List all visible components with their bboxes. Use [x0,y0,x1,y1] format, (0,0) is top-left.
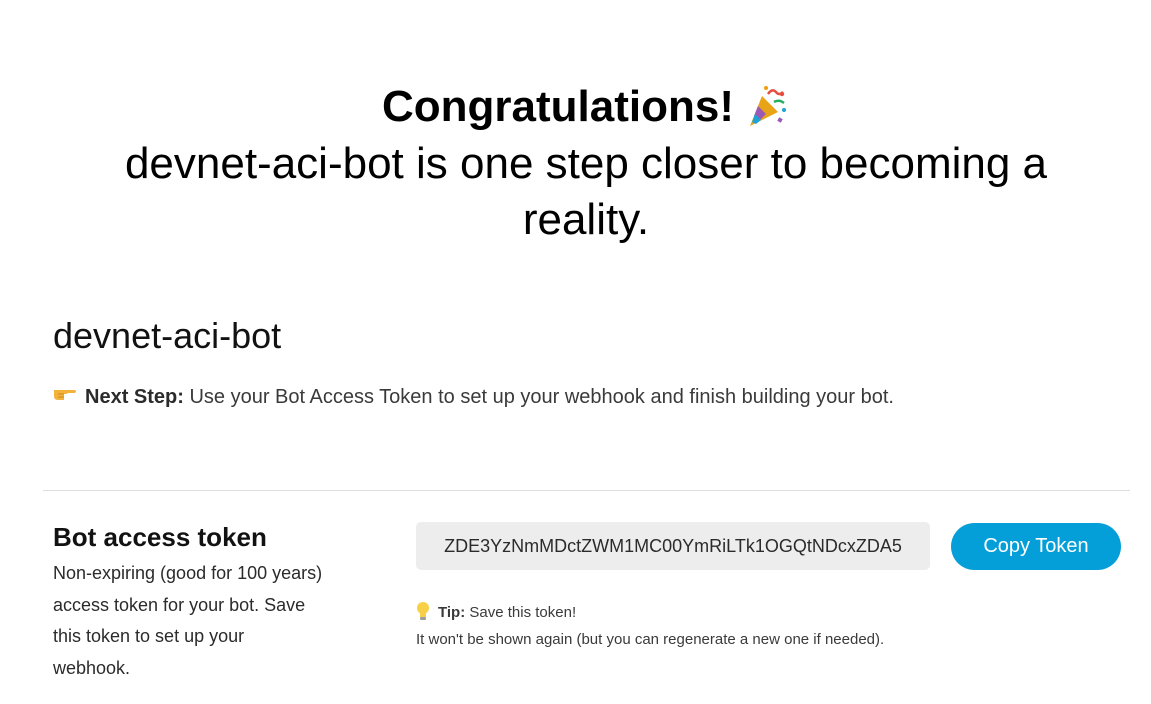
tip-message: Tip: Save this token! It won't be shown … [416,599,896,653]
pointing-hand-icon [53,377,77,400]
hero-subtitle: devnet-aci-bot is one step closer to bec… [124,139,1048,244]
access-token-field[interactable]: ZDE3YzNmMDctZWM1MC00YmRiLTk1OGQtNDcxZDA5 [416,522,930,570]
hero-section: Congratulations! devnet-aci-bot is one s… [0,78,1151,248]
tip-text: Save this token! [469,604,577,621]
section-divider [43,490,1130,491]
bot-access-token-description: Non-expiring (good for 100 years) access… [53,563,323,678]
copy-token-button[interactable]: Copy Token [951,523,1121,570]
congratulations-title: Congratulations! [382,82,734,131]
hero-title-row: Congratulations! [382,78,790,136]
light-bulb-icon [416,601,430,621]
bot-name-heading: devnet-aci-bot [53,315,282,356]
bot-access-token-heading: Bot access token [53,522,267,552]
next-step-text: Use your Bot Access Token to set up your… [189,386,894,408]
tip-label: Tip: [438,604,466,621]
party-popper-icon [744,84,790,130]
next-step-message: Next Step: Use your Bot Access Token to … [53,377,933,415]
next-step-label: Next Step: [85,386,184,408]
tip-detail: It won't be shown again (but you can reg… [416,631,885,648]
